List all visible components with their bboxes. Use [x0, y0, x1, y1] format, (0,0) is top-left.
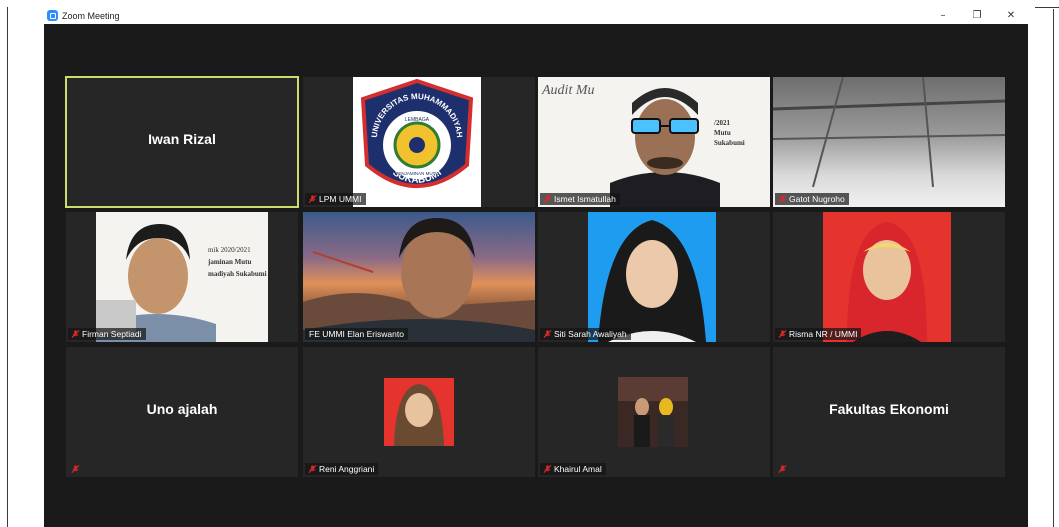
close-button[interactable]: ✕ [996, 8, 1026, 24]
participant-display-name: Fakultas Ekonomi [829, 401, 949, 417]
muted-mic-icon [71, 330, 80, 338]
muted-mic-icon [308, 195, 317, 203]
participant-tile-ismet-ismatullah[interactable]: Audit Mu /2021 Mutu Sukabumi Ismet Ismat… [538, 77, 770, 207]
ceiling-video [773, 77, 1005, 207]
participant-name-label: Risma NR / UMMI [775, 328, 862, 340]
participant-tile-siti-sarah-awaliyah[interactable]: Siti Sarah Awaliyah [538, 212, 770, 342]
participant-name: Risma NR / UMMI [789, 329, 858, 339]
participant-tile-fe-ummi-elan-eriswanto[interactable]: FE UMMI Elan Eriswanto [303, 212, 535, 342]
muted-mic-icon [543, 465, 552, 473]
participant-name-label: Siti Sarah Awaliyah [540, 328, 631, 340]
video-gallery: Iwan Rizal UNIVERSITAS MUHAMMADIYAH SUKA… [44, 24, 1028, 527]
muted-mic-icon [778, 195, 787, 203]
participant-display-name: Uno ajalah [146, 401, 218, 417]
lpm-logo: UNIVERSITAS MUHAMMADIYAH SUKABUMI LEMBAG… [353, 77, 481, 207]
participant-name: LPM UMMI [319, 194, 362, 204]
window-border-left [7, 7, 8, 527]
participant-name-label: Ismet Ismatullah [540, 193, 620, 205]
participant-tile-fakultas-ekonomi[interactable]: Fakultas Ekonomi [773, 347, 1005, 477]
muted-mic-icon [778, 465, 787, 473]
profile-picture [618, 377, 688, 447]
participant-name: Reni Anggriani [319, 464, 375, 474]
participant-tile-uno-ajalah[interactable]: Uno ajalah [66, 347, 298, 477]
participant-name-label: Reni Anggriani [305, 463, 379, 475]
participant-tile-khairul-amal[interactable]: Khairul Amal [538, 347, 770, 477]
participant-name: Ismet Ismatullah [554, 194, 616, 204]
maximize-button[interactable]: ❐ [962, 8, 992, 24]
participant-tile-lpm-ummi[interactable]: UNIVERSITAS MUHAMMADIYAH SUKABUMI LEMBAG… [303, 77, 535, 207]
participant-tile-reni-anggriani[interactable]: Reni Anggriani [303, 347, 535, 477]
muted-mic-icon [543, 330, 552, 338]
slide-line: madiyah Sukabumi [208, 270, 267, 278]
participant-tile-gatot-nugroho[interactable]: Gatot Nugroho [773, 77, 1005, 207]
person-video [823, 212, 951, 342]
participant-tile-iwan-rizal[interactable]: Iwan Rizal [65, 76, 299, 208]
participant-name-label: Gatot Nugroho [775, 193, 849, 205]
participant-name-label: Firman Septiadi [68, 328, 146, 340]
muted-mic-icon [71, 465, 80, 473]
profile-picture [384, 378, 454, 446]
muted-mic-icon [778, 330, 787, 338]
participant-name: Khairul Amal [554, 464, 602, 474]
participant-name-label [68, 463, 86, 475]
participant-name: Firman Septiadi [82, 329, 142, 339]
window-title: Zoom Meeting [62, 11, 120, 21]
participant-tile-risma-nr-ummi[interactable]: Risma NR / UMMI [773, 212, 1005, 342]
participant-name: FE UMMI Elan Eriswanto [309, 329, 404, 339]
slide-heading: Audit Mu [542, 83, 595, 98]
person-video [96, 212, 216, 342]
muted-mic-icon [543, 195, 552, 203]
participant-tile-firman-septiadi[interactable]: mik 2020/2021 jaminan Mutu madiyah Sukab… [66, 212, 298, 342]
title-bar[interactable]: Zoom Meeting – ❐ ✕ [44, 8, 1028, 24]
participant-name-label: LPM UMMI [305, 193, 366, 205]
muted-mic-icon [308, 465, 317, 473]
zoom-app-icon [47, 10, 58, 21]
window-border-top [1035, 7, 1059, 8]
minimize-button[interactable]: – [928, 8, 958, 24]
participant-name: Gatot Nugroho [789, 194, 845, 204]
sunset-background [303, 212, 535, 342]
participant-name: Siti Sarah Awaliyah [554, 329, 627, 339]
logo-inner-bottom: PENJAMINAN MUTU [395, 171, 438, 176]
participant-name-label: FE UMMI Elan Eriswanto [305, 328, 408, 340]
participant-name-label: Khairul Amal [540, 463, 606, 475]
participant-display-name: Iwan Rizal [148, 131, 216, 147]
person-video [610, 85, 720, 207]
participant-name-label [775, 463, 793, 475]
window-border-right [1053, 9, 1054, 527]
logo-inner-top: LEMBAGA [405, 117, 430, 123]
person-video [588, 212, 716, 342]
